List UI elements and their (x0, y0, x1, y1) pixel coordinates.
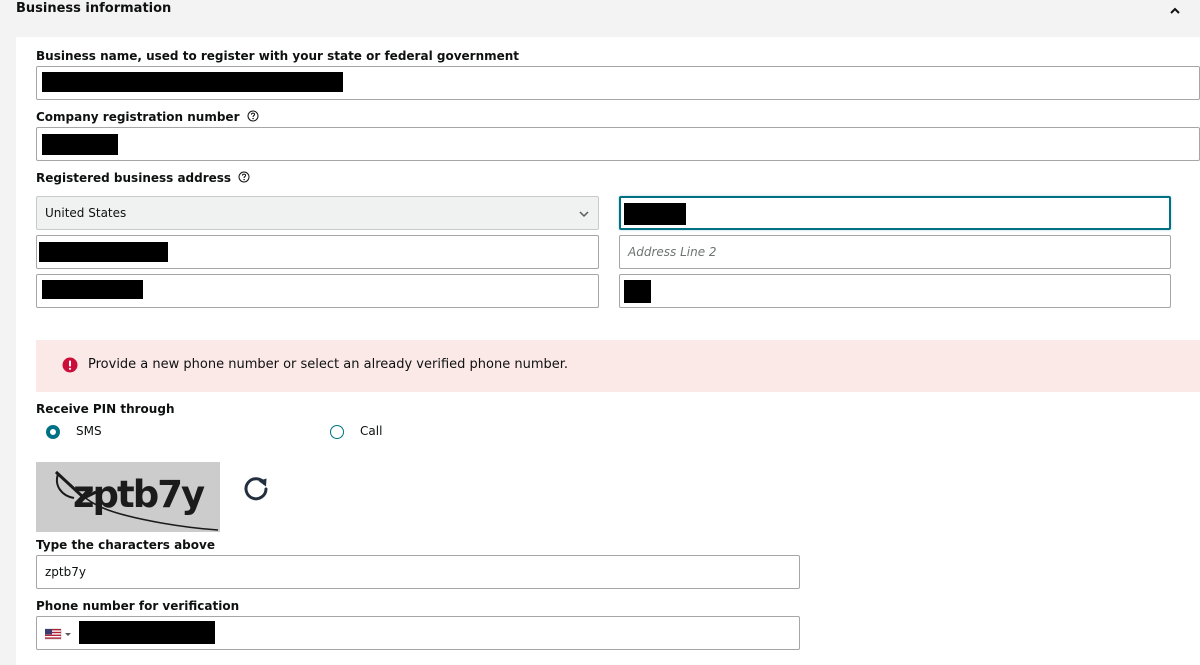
redacted-value (42, 280, 143, 299)
captcha-input-label: Type the characters above (36, 538, 215, 552)
call-radio[interactable] (330, 425, 344, 439)
error-icon (62, 357, 78, 373)
country-select-value: United States (45, 206, 127, 220)
business-name-input[interactable] (36, 66, 1200, 100)
chevron-up-icon[interactable] (1168, 4, 1182, 18)
error-alert: Provide a new phone number or select an … (36, 340, 1200, 392)
redacted-value (624, 203, 686, 225)
registered-address-label-text: Registered business address (36, 171, 232, 185)
address-line2-placeholder: Address Line 2 (628, 245, 717, 259)
redacted-value (42, 72, 343, 92)
registration-number-label-text: Company registration number (36, 110, 240, 124)
us-flag-icon[interactable] (45, 627, 75, 641)
refresh-icon[interactable] (241, 473, 271, 503)
sms-radio-label[interactable]: SMS (76, 424, 102, 438)
redacted-value (624, 280, 651, 303)
sms-radio[interactable] (46, 425, 60, 439)
registered-address-label: Registered business address (36, 171, 250, 185)
state-input[interactable] (36, 274, 599, 308)
redacted-value (39, 242, 168, 262)
business-information-page: Business information Business name, used… (0, 0, 1200, 665)
phone-number-label: Phone number for verification (36, 599, 240, 613)
country-select[interactable]: United States (36, 196, 599, 230)
postal-code-input[interactable] (619, 274, 1171, 308)
captcha-input[interactable]: zptb7y (36, 555, 800, 589)
phone-number-input[interactable] (36, 616, 800, 650)
city-input[interactable] (36, 235, 599, 269)
business-name-label: Business name, used to register with you… (36, 49, 520, 63)
captcha-input-value: zptb7y (45, 565, 86, 579)
call-radio-label[interactable]: Call (360, 424, 382, 438)
redacted-value (79, 621, 215, 644)
chevron-down-icon (579, 211, 589, 218)
address-line1-input[interactable] (619, 196, 1171, 230)
section-title: Business information (16, 1, 172, 16)
captcha-image: zptb7y (36, 462, 220, 532)
question-circle-icon[interactable] (238, 171, 250, 183)
error-alert-message: Provide a new phone number or select an … (88, 357, 569, 372)
redacted-value (42, 134, 118, 155)
address-line2-input[interactable]: Address Line 2 (619, 235, 1171, 269)
receive-pin-label: Receive PIN through (36, 402, 175, 416)
registration-number-input[interactable] (36, 127, 1200, 161)
registration-number-label: Company registration number (36, 110, 259, 124)
question-circle-icon[interactable] (247, 110, 259, 122)
